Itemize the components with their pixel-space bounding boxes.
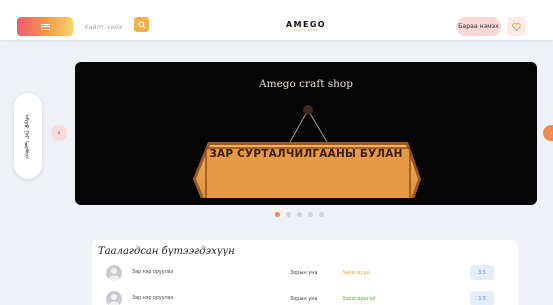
chevron-right-icon: › — [549, 129, 553, 137]
user-icon — [108, 268, 120, 281]
banner-title: Amego craft shop — [259, 78, 353, 90]
item-type: Зорын уна — [290, 296, 318, 302]
chevron-left-icon: ‹ — [57, 129, 61, 137]
logo[interactable]: AMEGO CRAFT SHOP — [286, 20, 326, 32]
avatar — [106, 265, 122, 281]
section-title: Таалагдсан бүтээгдэхүүн — [98, 246, 235, 257]
menu-button[interactable] — [17, 17, 73, 36]
heart-icon — [512, 22, 521, 31]
carousel-next-button[interactable]: › — [543, 125, 553, 141]
vertical-script-text: ᠠᠮᠢᠭᠣ ᠭᠠᠷ ᠤᠷᠠᠯᠯᠢᠭ — [23, 113, 29, 159]
add-product-button[interactable]: Бараа нэмэх — [456, 17, 501, 36]
item-name: Зар нэр оруулах — [132, 296, 174, 301]
search-input[interactable] — [82, 17, 134, 36]
promo-banner[interactable]: Amego craft shop ЗАР СУРТАЛЧИЛГААНЫ БУЛА… — [75, 62, 537, 205]
carousel-dot[interactable] — [319, 212, 324, 217]
carousel-dot[interactable] — [286, 212, 291, 217]
side-vertical-widget[interactable]: ᠠᠮᠢᠭᠣ ᠭᠠᠷ ᠤᠷᠠᠯᠯᠢᠭ — [14, 93, 42, 179]
top-header: AMEGO CRAFT SHOP Бараа нэмэх — [0, 0, 553, 40]
item-status: Зарагдсан — [342, 270, 370, 276]
favorites-button[interactable] — [507, 17, 526, 36]
list-item[interactable]: Зар нэр оруулах Зорын уна Зарагдаагүй 3.… — [92, 291, 518, 305]
item-rating: 3.5 — [470, 291, 494, 305]
list-item[interactable]: Зар нэр оруулах Зорын уна Зарагдсан 3.5 — [92, 265, 518, 285]
item-type: Зорын уна — [290, 270, 318, 276]
user-icon — [108, 294, 120, 305]
saved-products-card: Таалагдсан бүтээгдэхүүн Зар нэр оруулах … — [92, 240, 518, 305]
avatar — [106, 291, 122, 305]
hamburger-icon — [40, 23, 50, 30]
item-rating: 3.5 — [470, 265, 494, 280]
search-button[interactable] — [134, 17, 149, 32]
carousel-dot[interactable] — [308, 212, 313, 217]
carousel-dots — [275, 212, 324, 217]
carousel-dot[interactable] — [275, 212, 280, 217]
carousel-dot[interactable] — [297, 212, 302, 217]
item-name: Зар нэр оруулах — [132, 270, 174, 275]
search-icon — [137, 20, 146, 29]
carousel-prev-button[interactable]: ‹ — [51, 125, 67, 141]
item-status: Зарагдаагүй — [342, 296, 376, 302]
banner-sign-text: ЗАР СУРТАЛЧИЛГААНЫ БУЛАН — [209, 148, 403, 160]
